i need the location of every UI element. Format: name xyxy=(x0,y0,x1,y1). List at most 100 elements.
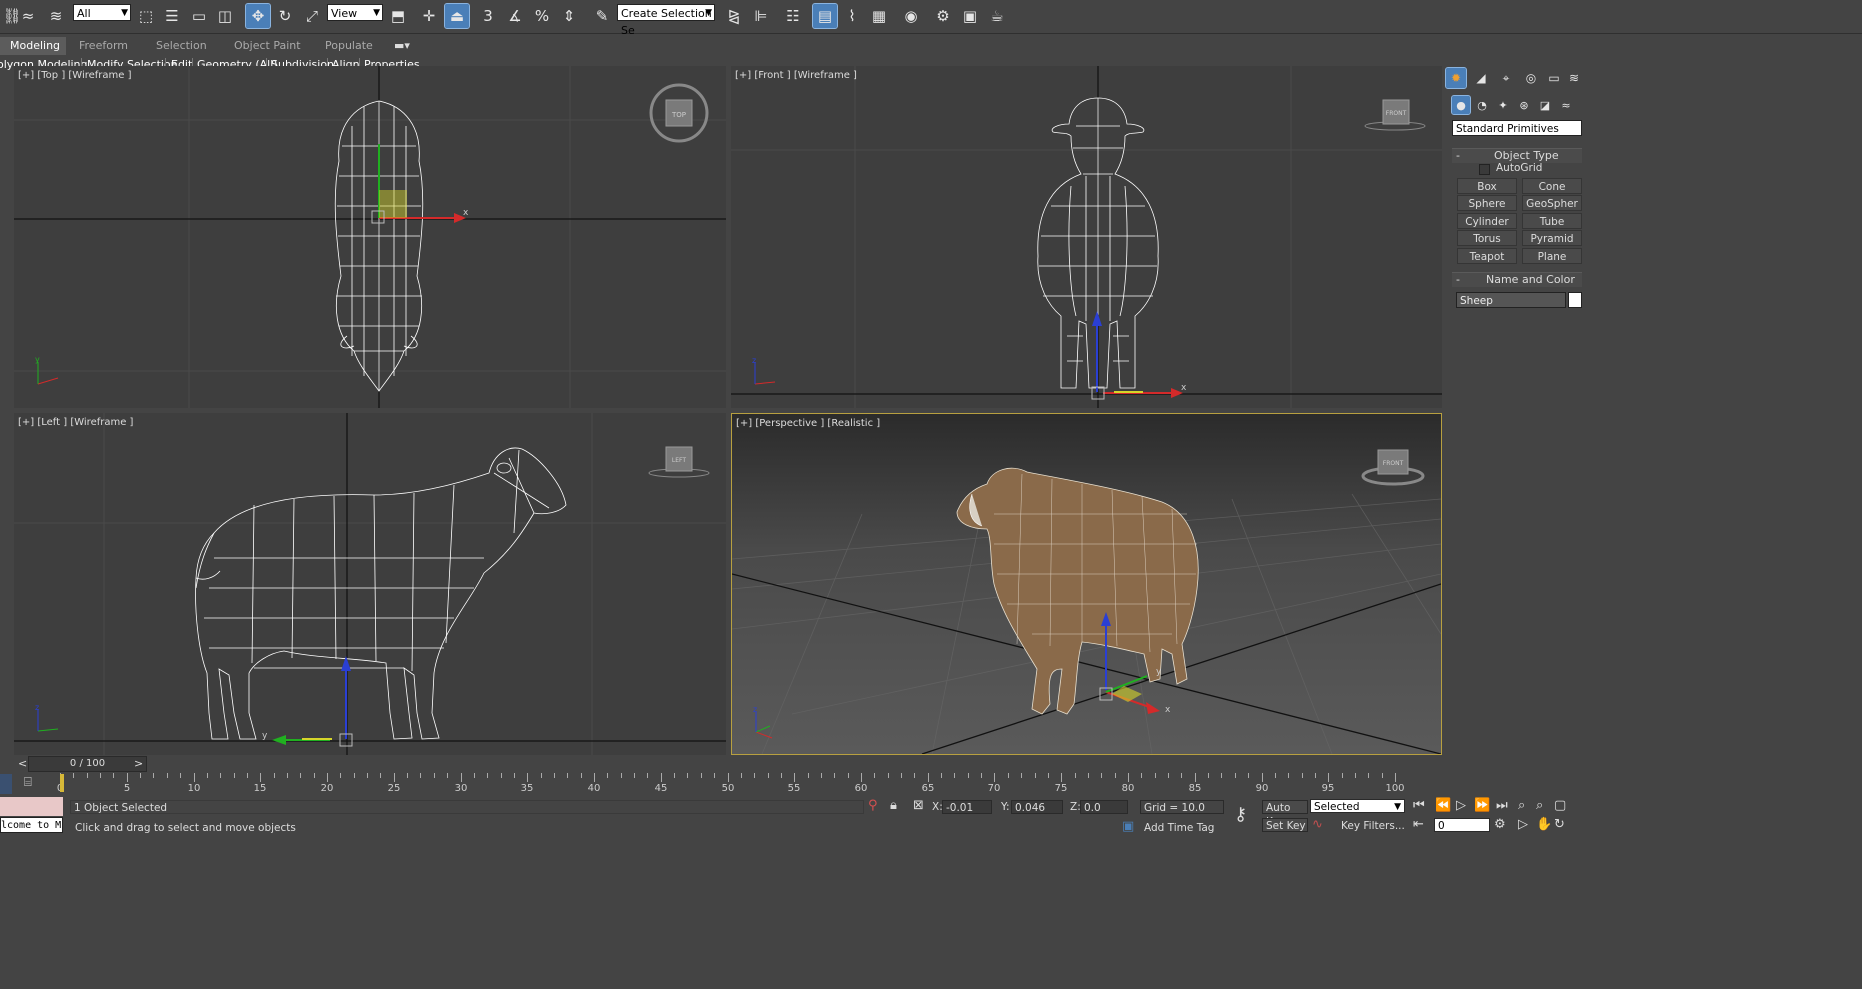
selection-lock-icon[interactable]: 🔒︎ xyxy=(890,799,897,813)
select-by-name-icon[interactable]: ☰ xyxy=(160,4,184,28)
teapot-button[interactable]: Teapot xyxy=(1457,248,1517,264)
named-selection-dropdown[interactable]: Create Selection Se ▼ xyxy=(617,4,715,37)
viewport-left[interactable]: y LEFT z [+] [Left ] [Wireframe ] xyxy=(14,413,726,755)
plane-button[interactable]: Plane xyxy=(1522,248,1582,264)
sphere-button[interactable]: Sphere xyxy=(1457,195,1517,211)
geometry-icon[interactable]: ● xyxy=(1451,95,1471,115)
modify-tab-icon[interactable]: ◢ xyxy=(1471,68,1491,88)
add-time-tag[interactable]: Add Time Tag xyxy=(1144,822,1214,834)
tube-button[interactable]: Tube xyxy=(1522,213,1582,229)
zoom-icon[interactable]: ⌕ xyxy=(1518,799,1525,813)
motion-tab-icon[interactable]: ◎ xyxy=(1521,68,1541,88)
edit-named-selection-icon[interactable]: ✎ xyxy=(590,4,614,28)
pivot-center-icon[interactable]: ⬒ xyxy=(386,4,410,28)
scene-explorer-icon[interactable]: ▤ xyxy=(812,3,838,29)
torus-button[interactable]: Torus xyxy=(1457,230,1517,246)
window-crossing-icon[interactable]: ◫ xyxy=(213,4,237,28)
geosphere-button[interactable]: GeoSpher xyxy=(1522,195,1582,211)
viewport-perspective[interactable]: x y FRONT z [+] [Perspective ] [Realisti… xyxy=(731,413,1442,755)
set-key-button[interactable]: Set Key xyxy=(1262,818,1308,832)
pyramid-button[interactable]: Pyramid xyxy=(1522,230,1582,246)
rendered-frame-window-icon[interactable]: ▣ xyxy=(958,4,982,28)
box-button[interactable]: Box xyxy=(1457,178,1517,194)
render-teapot-icon[interactable]: ☕ xyxy=(985,4,1009,28)
previous-frame-icon[interactable]: < xyxy=(18,757,27,770)
viewport-top[interactable]: x TOP y [+] [Top ] [Wireframe ] xyxy=(14,66,726,408)
time-tag-icon[interactable]: ▣ xyxy=(1122,820,1134,834)
keyboard-shortcut-override-icon[interactable]: ⏏ xyxy=(444,3,470,29)
cone-button[interactable]: Cone xyxy=(1522,178,1582,194)
time-configuration-icon[interactable]: ⚙ xyxy=(1494,818,1506,832)
schematic-view-icon[interactable]: ▦ xyxy=(867,4,891,28)
select-and-scale-icon[interactable]: ⤢ xyxy=(300,4,324,28)
ribbon-options-icon[interactable]: ▬▾ xyxy=(388,37,416,55)
viewport-label[interactable]: [+] [Perspective ] [Realistic ] xyxy=(736,418,880,429)
viewcube[interactable]: LEFT xyxy=(648,446,710,478)
go-to-end-icon[interactable]: ⏭ xyxy=(1496,799,1508,813)
isolate-selection-icon[interactable]: ⚲ xyxy=(868,799,878,813)
curve-editor-icon[interactable]: ⌇ xyxy=(840,4,864,28)
key-filters-button[interactable]: Key Filters... xyxy=(1341,820,1405,832)
autogrid-checkbox[interactable] xyxy=(1479,164,1490,175)
object-name-field[interactable]: Sheep xyxy=(1456,292,1566,308)
viewcube[interactable]: FRONT xyxy=(1361,449,1425,486)
material-editor-icon[interactable]: ◉ xyxy=(899,4,923,28)
object-color-swatch[interactable] xyxy=(1568,292,1582,308)
tab-modeling[interactable]: Modeling xyxy=(0,37,66,55)
time-slider-thumb[interactable]: 0 / 100 xyxy=(28,756,147,772)
key-mode-dropdown[interactable]: Selected ▼ xyxy=(1310,799,1405,813)
cylinder-button[interactable]: Cylinder xyxy=(1457,213,1517,229)
current-frame-field[interactable]: 0 xyxy=(1434,818,1490,832)
current-frame-marker[interactable] xyxy=(60,774,64,792)
maxscript-mini-listener[interactable]: lcome to M xyxy=(0,817,63,833)
selection-filter-dropdown[interactable]: All ▼ xyxy=(73,4,131,21)
maxscript-listener-pink[interactable] xyxy=(0,797,63,816)
cameras-icon[interactable]: ⊛ xyxy=(1515,96,1533,114)
helpers-icon[interactable]: ◪ xyxy=(1536,96,1554,114)
hierarchy-tab-icon[interactable]: ⌖ xyxy=(1496,68,1516,88)
xy-plane-handle[interactable] xyxy=(379,190,407,218)
reference-coordinate-dropdown[interactable]: View ▼ xyxy=(327,4,383,21)
unlink-icon[interactable]: ≈ xyxy=(16,4,40,28)
sheep-perspective-model[interactable] xyxy=(956,467,1199,715)
play-icon[interactable]: ▷ xyxy=(1456,799,1466,813)
x-coordinate-field[interactable]: -0.01 xyxy=(942,800,992,814)
angle-snap-icon[interactable]: ∡ xyxy=(503,4,527,28)
default-keys-icon[interactable]: ⚷ xyxy=(1234,806,1247,824)
open-curve-editor-icon[interactable]: ⌸ xyxy=(24,776,32,790)
spinner-snap-icon[interactable]: ⇕ xyxy=(557,4,581,28)
sheep-left-wireframe[interactable] xyxy=(195,447,567,740)
absolute-mode-icon[interactable]: ⊠ xyxy=(913,799,924,813)
go-to-start-icon[interactable]: ⏮ xyxy=(1413,799,1425,813)
lights-icon[interactable]: ✦ xyxy=(1494,96,1512,114)
field-of-view-icon[interactable]: ▷ xyxy=(1518,818,1528,832)
primitive-category-dropdown[interactable]: Standard Primitives xyxy=(1452,120,1582,136)
layer-manager-icon[interactable]: ☷ xyxy=(781,4,805,28)
viewcube[interactable]: FRONT xyxy=(1364,99,1426,131)
object-type-rollout[interactable]: - Object Type xyxy=(1452,148,1582,163)
viewport-label[interactable]: [+] [Top ] [Wireframe ] xyxy=(18,70,132,81)
tab-selection[interactable]: Selection xyxy=(150,37,213,55)
tab-freeform[interactable]: Freeform xyxy=(73,37,134,55)
viewcube[interactable]: TOP xyxy=(649,83,709,143)
viewport-label[interactable]: [+] [Left ] [Wireframe ] xyxy=(18,417,133,428)
render-setup-icon[interactable]: ⚙ xyxy=(931,4,955,28)
auto-key-button[interactable]: Auto Key xyxy=(1262,800,1308,828)
align-icon[interactable]: ⊫ xyxy=(749,4,773,28)
tab-populate[interactable]: Populate xyxy=(319,37,379,55)
select-object-icon[interactable]: ⬚ xyxy=(134,4,158,28)
zoom-extents-icon[interactable]: ▢ xyxy=(1554,799,1566,813)
percent-snap-icon[interactable]: % xyxy=(530,4,554,28)
next-key-icon[interactable]: ⏩ xyxy=(1474,799,1490,813)
select-and-move-icon[interactable]: ✥ xyxy=(245,3,271,29)
z-coordinate-field[interactable]: 0.0 xyxy=(1080,800,1128,814)
previous-key-icon[interactable]: ⏪ xyxy=(1435,799,1451,813)
select-and-manipulate-icon[interactable]: ✛ xyxy=(417,4,441,28)
select-and-rotate-icon[interactable]: ↻ xyxy=(273,4,297,28)
orbit-icon[interactable]: ↻ xyxy=(1554,818,1565,832)
viewport-front[interactable]: x FRONT z [+] [Front ] [Wireframe ] xyxy=(731,66,1442,408)
utilities-tab-icon[interactable]: ≋ xyxy=(1564,68,1584,88)
key-mode-toggle-icon[interactable]: ⇤ xyxy=(1413,818,1424,832)
zoom-all-icon[interactable]: ⌕ xyxy=(1536,799,1543,813)
time-slider[interactable]: < 0 / 100 > xyxy=(14,756,1442,772)
